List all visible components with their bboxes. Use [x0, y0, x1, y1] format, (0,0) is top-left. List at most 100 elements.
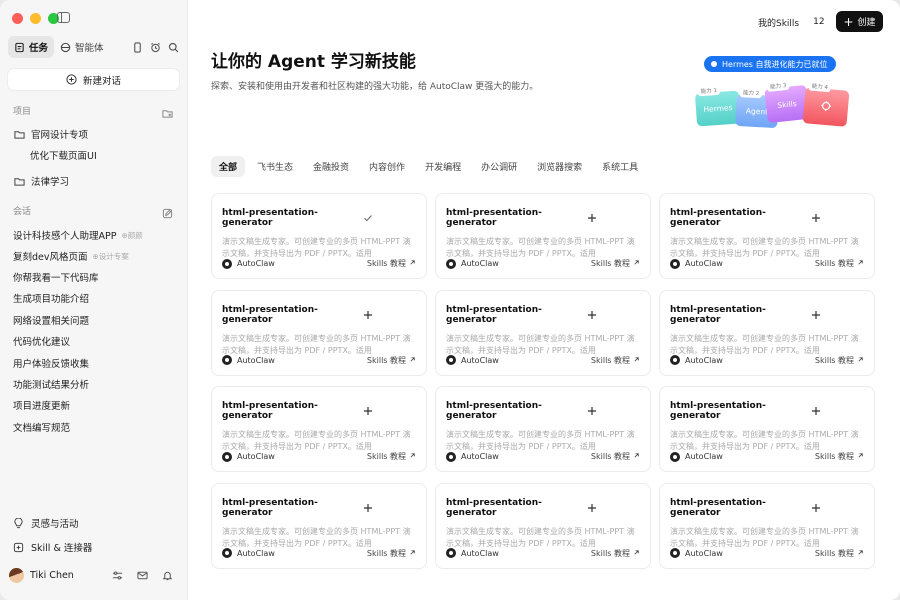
skills-connectors-link[interactable]: Skill & 连接器 — [13, 540, 177, 554]
category-tab-feishu[interactable]: 飞书生态 — [249, 156, 301, 177]
category-tab-finance[interactable]: 金融投资 — [305, 156, 357, 177]
tutorial-label: Skills 教程 — [814, 452, 854, 461]
skill-card[interactable]: html-presentation-generator 演示文稿生成专家。可创建专… — [435, 193, 651, 279]
tab-agents-label: 智能体 — [75, 43, 104, 54]
conversation-label: 生成项目功能介绍 — [13, 294, 90, 305]
skill-card[interactable]: html-presentation-generator 演示文稿生成专家。可创建专… — [659, 193, 875, 279]
conversation-label: 代码优化建议 — [13, 337, 71, 348]
add-skill-icon[interactable] — [319, 406, 416, 416]
sidebar-toggle-icon[interactable] — [57, 12, 70, 23]
skill-description: 演示文稿生成专家。可创建专业的多页 HTML-PPT 演示文稿，并支持导出为 P… — [222, 526, 411, 548]
skills-tutorial-link[interactable]: Skills 教程 — [591, 451, 640, 462]
new-folder-icon[interactable] — [162, 104, 173, 118]
add-skill-icon[interactable] — [767, 310, 864, 320]
bell-icon[interactable] — [162, 570, 173, 581]
skill-card-footer: AutoClaw Skills 教程 — [222, 548, 416, 559]
add-skill-icon[interactable] — [543, 310, 640, 320]
conversation-item[interactable]: 功能测试结果分析 — [13, 377, 177, 391]
add-skill-icon[interactable] — [319, 503, 416, 513]
skills-tutorial-link[interactable]: Skills 教程 — [591, 355, 640, 366]
skill-card[interactable]: html-presentation-generator 演示文稿生成专家。可创建专… — [211, 193, 427, 279]
hermes-badge[interactable]: Hermes 自我进化能力已就位 — [704, 56, 836, 72]
skills-tutorial-link[interactable]: Skills 教程 — [591, 548, 640, 559]
inspiration-label: 灵感与活动 — [31, 519, 79, 530]
search-icon[interactable] — [168, 42, 179, 53]
skills-tutorial-link[interactable]: Skills 教程 — [815, 548, 864, 559]
tab-agents[interactable]: 智能体 — [54, 36, 110, 58]
skills-tutorial-link[interactable]: Skills 教程 — [367, 355, 416, 366]
conversation-item[interactable]: 网络设置相关问题 — [13, 313, 177, 327]
conversation-tag: ⊕设计专案 — [92, 251, 129, 261]
conversation-label: 你帮我看一下代码库 — [13, 273, 99, 284]
user-profile[interactable]: Tiki Chen — [9, 566, 173, 584]
skill-card[interactable]: html-presentation-generator 演示文稿生成专家。可创建专… — [211, 386, 427, 472]
skill-card[interactable]: html-presentation-generator 演示文稿生成专家。可创建专… — [435, 386, 651, 472]
skill-description: 演示文稿生成专家。可创建专业的多页 HTML-PPT 演示文稿，并支持导出为 P… — [446, 430, 635, 451]
mail-icon[interactable] — [137, 570, 148, 581]
skill-icon — [13, 542, 24, 553]
skills-tutorial-link[interactable]: Skills 教程 — [367, 258, 416, 269]
skills-tutorial-link[interactable]: Skills 教程 — [815, 258, 864, 269]
tab-tasks[interactable]: 任务 — [8, 36, 55, 58]
skill-card[interactable]: html-presentation-generator 演示文稿生成专家。可创建专… — [659, 482, 875, 569]
my-skills-link[interactable]: 我的Skills 12 — [758, 15, 825, 29]
add-skill-icon[interactable] — [543, 406, 640, 416]
skill-card-header: html-presentation-generator — [670, 208, 864, 228]
skills-tutorial-link[interactable]: Skills 教程 — [367, 548, 416, 559]
category-tab-dev[interactable]: 开发编程 — [417, 156, 469, 177]
add-skill-icon[interactable] — [543, 213, 640, 223]
add-skill-icon[interactable] — [767, 406, 864, 416]
skill-description: 演示文稿生成专家。可创建专业的多页 HTML-PPT 演示文稿，并支持导出为 P… — [670, 237, 859, 258]
category-tab-system[interactable]: 系统工具 — [594, 156, 646, 177]
skill-card[interactable]: html-presentation-generator 演示文稿生成专家。可创建专… — [659, 386, 875, 472]
conversation-item[interactable]: 你帮我看一下代码库 — [13, 270, 177, 284]
minimize-window-button[interactable] — [30, 13, 41, 24]
conversation-item[interactable]: 生成项目功能介绍 — [13, 291, 177, 305]
skills-tutorial-link[interactable]: Skills 教程 — [815, 355, 864, 366]
skills-tutorial-link[interactable]: Skills 教程 — [367, 451, 416, 462]
skill-card[interactable]: html-presentation-generator 演示文稿生成专家。可创建专… — [659, 289, 875, 376]
skill-card[interactable]: html-presentation-generator 演示文稿生成专家。可创建专… — [435, 289, 651, 376]
settings-sliders-icon[interactable] — [112, 570, 123, 581]
conversation-item[interactable]: 复刻dev风格页面 ⊕设计专案 — [13, 249, 177, 264]
conversation-item[interactable]: 设计科技感个人助理APP ⊕颜颜 — [13, 228, 177, 243]
category-tab-office[interactable]: 办公调研 — [473, 156, 525, 177]
add-skill-icon[interactable] — [767, 213, 864, 223]
skill-card[interactable]: html-presentation-generator 演示文稿生成专家。可创建专… — [435, 482, 651, 569]
project-item-law-study[interactable]: 法律学习 — [14, 174, 177, 188]
add-skill-icon[interactable] — [543, 503, 640, 513]
skill-card-footer: AutoClaw Skills 教程 — [446, 548, 640, 559]
window-controls — [12, 13, 59, 24]
avatar[interactable] — [9, 567, 24, 583]
conversation-item[interactable]: 项目进度更新 — [13, 398, 177, 412]
sparkle-icon — [819, 100, 832, 115]
category-tab-content[interactable]: 内容创作 — [361, 156, 413, 177]
skills-tutorial-link[interactable]: Skills 教程 — [591, 258, 640, 269]
category-tab-browser[interactable]: 浏览器搜索 — [529, 156, 590, 177]
conversation-item[interactable]: 代码优化建议 — [13, 334, 177, 348]
skills-tutorial-link[interactable]: Skills 教程 — [815, 451, 864, 462]
tutorial-label: Skills 教程 — [366, 259, 406, 268]
category-tab-all[interactable]: 全部 — [211, 156, 246, 177]
create-skill-button[interactable]: + 创建 — [836, 11, 883, 32]
conversation-item[interactable]: 用户体验反馈收集 — [13, 356, 177, 370]
edit-icon[interactable] — [162, 204, 173, 219]
project-item-website-design[interactable]: 官网设计专项 — [14, 127, 177, 141]
skill-author: AutoClaw — [685, 548, 723, 558]
skill-card[interactable]: html-presentation-generator 演示文稿生成专家。可创建专… — [211, 289, 427, 376]
close-window-button[interactable] — [12, 13, 23, 24]
inspiration-link[interactable]: 灵感与活动 — [13, 516, 177, 530]
skill-card-header: html-presentation-generator — [446, 208, 640, 228]
phone-icon[interactable] — [132, 41, 143, 53]
external-link-icon — [409, 452, 416, 461]
alarm-icon[interactable] — [150, 42, 161, 53]
skill-author: AutoClaw — [237, 452, 275, 461]
add-skill-icon[interactable] — [767, 503, 864, 513]
conversation-item[interactable]: 文档编写规范 — [13, 420, 177, 434]
new-chat-button[interactable]: 新建对话 — [8, 69, 179, 90]
skill-card[interactable]: html-presentation-generator 演示文稿生成专家。可创建专… — [211, 482, 427, 569]
installed-check-icon[interactable] — [319, 213, 416, 223]
add-skill-icon[interactable] — [319, 310, 416, 320]
project-subitem-download-page[interactable]: 优化下载页面UI — [30, 148, 97, 162]
skill-author: AutoClaw — [461, 355, 499, 365]
